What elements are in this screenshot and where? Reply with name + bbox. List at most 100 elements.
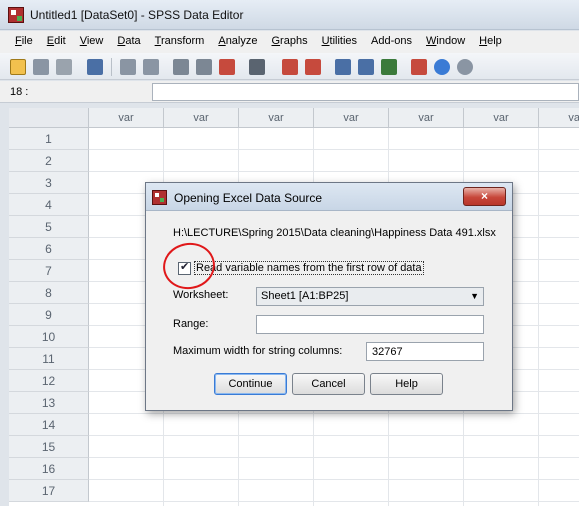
menu-mnemonic: W	[426, 35, 437, 47]
menu-bar: File Edit View Data Transform Analyze Graphs Ut…	[0, 31, 579, 53]
row-header[interactable]: 14	[9, 414, 89, 436]
column-header[interactable]: var	[164, 108, 239, 128]
menu-label: nalyze	[225, 35, 258, 47]
menu-item-transform[interactable]: Transform	[148, 31, 212, 53]
grid-row-line	[89, 479, 579, 480]
use-sets-icon[interactable]	[434, 59, 450, 75]
menu-label: dit	[54, 35, 66, 47]
spss-app-icon	[8, 7, 24, 23]
save-icon[interactable]	[33, 59, 49, 75]
row-header[interactable]: 1	[9, 128, 89, 150]
goto-variable-icon[interactable]	[196, 59, 212, 75]
window-title: Untitled1 [DataSet0] - SPSS Data Editor	[30, 8, 244, 22]
row-header[interactable]: 10	[9, 326, 89, 348]
row-header[interactable]: 11	[9, 348, 89, 370]
grid-row-line	[89, 413, 579, 414]
row-header[interactable]: 7	[9, 260, 89, 282]
weight-cases-icon[interactable]	[358, 59, 374, 75]
range-input[interactable]	[256, 315, 484, 334]
insert-variable-icon[interactable]	[305, 59, 321, 75]
opening-excel-dialog: Opening Excel Data Source × H:\LECTURE\S…	[145, 182, 513, 411]
goto-case-icon[interactable]	[173, 59, 189, 75]
find-icon[interactable]	[249, 59, 265, 75]
cancel-button[interactable]: Cancel	[292, 373, 365, 395]
menu-label: ile	[21, 35, 33, 47]
split-file-icon[interactable]	[335, 59, 351, 75]
menu-item-help[interactable]: Help	[472, 31, 509, 53]
continue-button[interactable]: Continue	[214, 373, 287, 395]
menu-mnemonic: F	[15, 35, 22, 47]
file-path-text: H:\LECTURE\Spring 2015\Data cleaning\Hap…	[173, 227, 496, 239]
menu-label: iew	[86, 35, 104, 47]
grid-row-line	[89, 501, 579, 502]
worksheet-selected-value: Sheet1 [A1:BP25]	[261, 290, 349, 302]
insert-cases-icon[interactable]	[282, 59, 298, 75]
range-label: Range:	[173, 318, 209, 330]
row-header[interactable]: 13	[9, 392, 89, 414]
row-header[interactable]: 5	[9, 216, 89, 238]
annotation-circle	[159, 238, 219, 294]
print-icon[interactable]	[56, 59, 72, 75]
dialog-recall-icon[interactable]	[87, 59, 103, 75]
select-cases-icon[interactable]	[381, 59, 397, 75]
column-header[interactable]: var	[89, 108, 164, 128]
menu-mnemonic: H	[479, 35, 488, 47]
max-width-input[interactable]: 32767	[366, 342, 484, 361]
menu-item-edit[interactable]: Edit	[40, 31, 73, 53]
grid-row-line	[89, 149, 579, 150]
row-header[interactable]: 15	[9, 436, 89, 458]
grid-row-line	[89, 171, 579, 172]
grid-column-line	[538, 128, 539, 506]
spss-dialog-icon	[152, 190, 167, 205]
menu-item-file[interactable]: File	[0, 31, 40, 53]
redo-icon[interactable]	[143, 59, 159, 75]
menu-item-utilities[interactable]: Utilities	[315, 31, 364, 53]
row-header[interactable]: 16	[9, 458, 89, 480]
column-header[interactable]: var	[539, 108, 579, 128]
cell-value-input[interactable]	[152, 83, 579, 101]
row-header[interactable]: 4	[9, 194, 89, 216]
row-header[interactable]: 2	[9, 150, 89, 172]
column-header[interactable]: var	[314, 108, 389, 128]
value-labels-icon[interactable]	[411, 59, 427, 75]
menu-mnemonic: U	[321, 35, 330, 47]
row-header[interactable]: 8	[9, 282, 89, 304]
row-header[interactable]: 9	[9, 304, 89, 326]
menu-item-addons[interactable]: Add-ons	[364, 31, 419, 53]
grid-row-line	[89, 435, 579, 436]
menu-mnemonic: G	[271, 35, 281, 47]
column-header[interactable]: var	[464, 108, 539, 128]
menu-item-view[interactable]: View	[73, 31, 111, 53]
menu-label: ata	[125, 35, 141, 47]
menu-label: indow	[436, 35, 466, 47]
open-folder-icon[interactable]	[10, 59, 26, 75]
menu-item-analyze[interactable]: Analyze	[211, 31, 264, 53]
menu-item-window[interactable]: Window	[419, 31, 472, 53]
menu-mnemonic: V	[79, 35, 87, 47]
close-button[interactable]: ×	[463, 187, 506, 206]
cell-reference-label: 18 :	[10, 86, 29, 98]
menu-item-graphs[interactable]: Graphs	[264, 31, 314, 53]
toolbar-separator	[111, 58, 112, 76]
column-header[interactable]: var	[389, 108, 464, 128]
dialog-title: Opening Excel Data Source	[174, 191, 323, 205]
menu-label: raphs	[280, 35, 308, 47]
undo-icon[interactable]	[120, 59, 136, 75]
menu-item-data[interactable]: Data	[110, 31, 147, 53]
menu-label: elp	[487, 35, 502, 47]
variables-icon[interactable]	[219, 59, 235, 75]
show-all-variables-icon[interactable]	[457, 59, 473, 75]
column-header[interactable]: var	[239, 108, 314, 128]
help-button[interactable]: Help	[370, 373, 443, 395]
menu-label: Add-ons	[371, 35, 413, 47]
row-header[interactable]: 12	[9, 370, 89, 392]
read-variable-names-label[interactable]: Read variable names from the first row o…	[194, 261, 424, 275]
row-header[interactable]: 6	[9, 238, 89, 260]
grid-corner[interactable]	[9, 108, 89, 128]
menu-label: ransform	[160, 35, 205, 47]
row-header[interactable]: 3	[9, 172, 89, 194]
row-header[interactable]: 17	[9, 480, 89, 502]
worksheet-dropdown[interactable]: Sheet1 [A1:BP25] ▼	[256, 287, 484, 306]
dropdown-arrow-icon: ▼	[470, 291, 479, 301]
menu-mnemonic: A	[218, 35, 226, 47]
